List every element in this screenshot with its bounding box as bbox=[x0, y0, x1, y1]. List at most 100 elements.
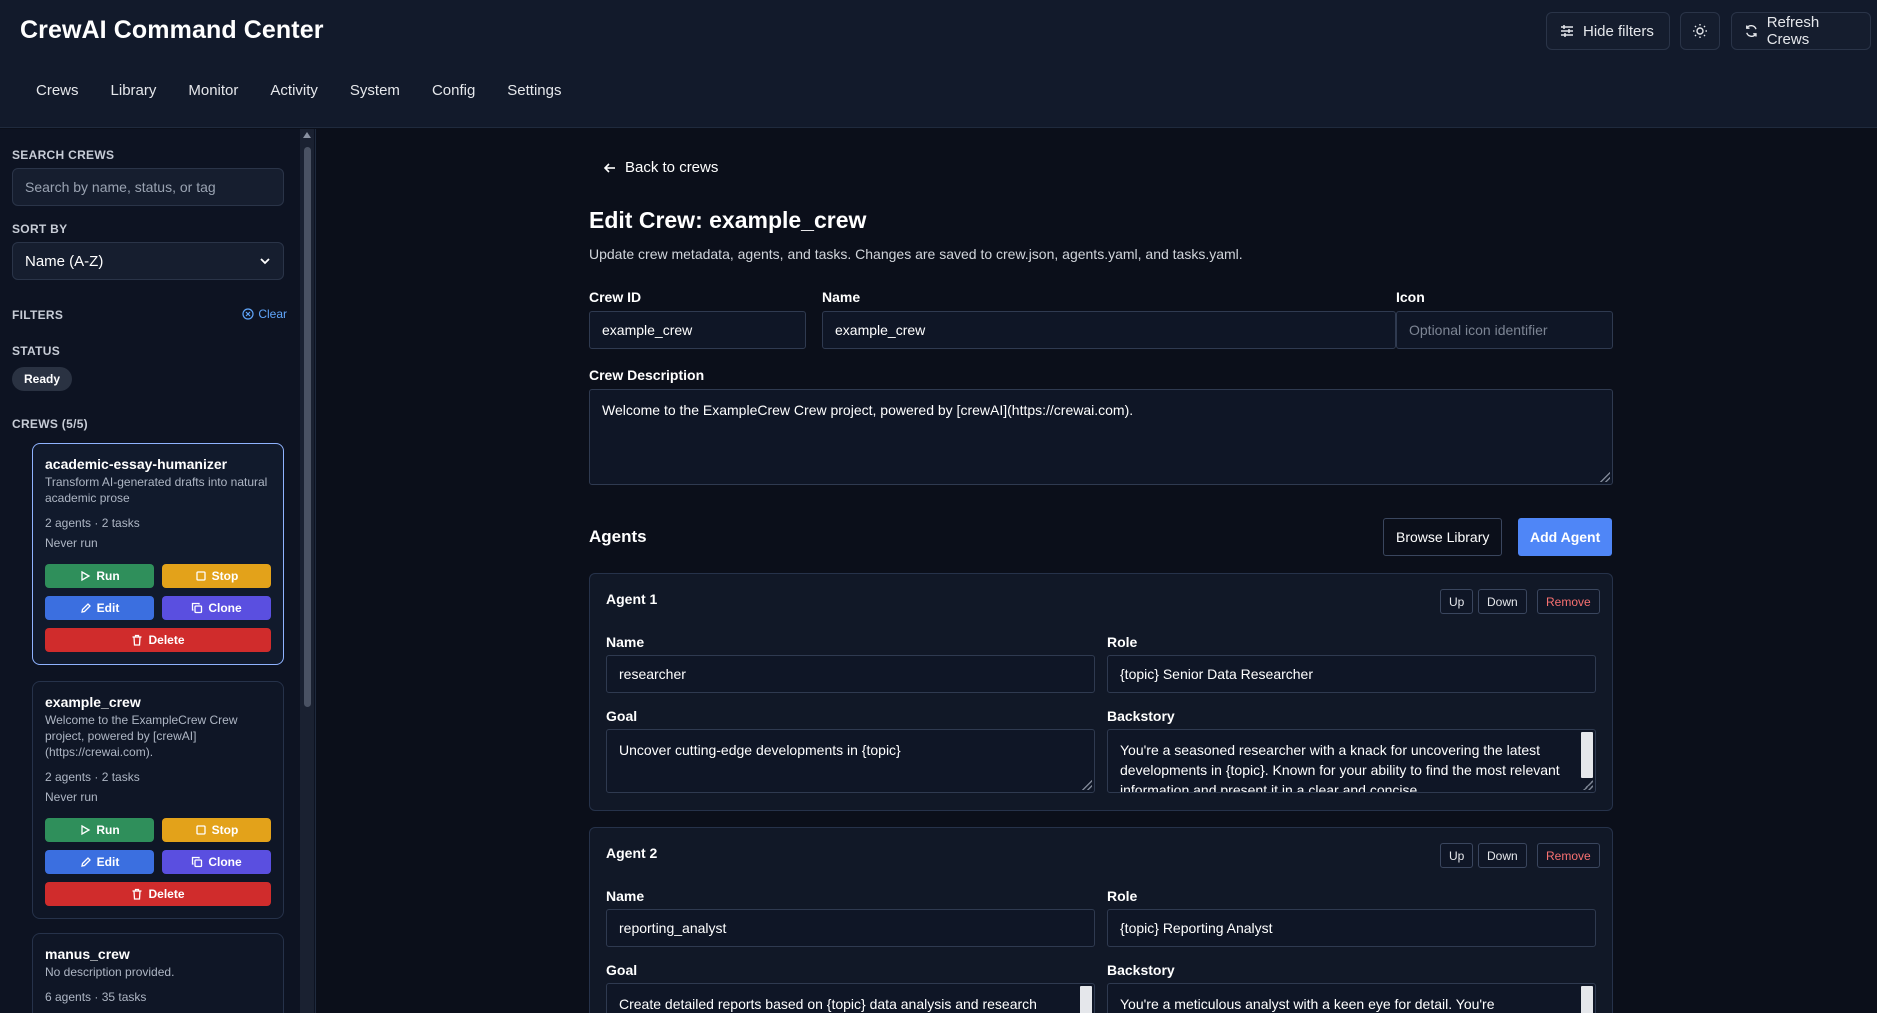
back-label: Back to crews bbox=[625, 159, 719, 176]
pencil-icon bbox=[80, 857, 91, 867]
crew-description: Transform AI-generated drafts into natur… bbox=[45, 475, 268, 505]
refresh-crews-button[interactable]: Refresh Crews bbox=[1731, 12, 1871, 50]
sliders-icon bbox=[1561, 25, 1573, 37]
search-crews-input[interactable] bbox=[12, 168, 284, 206]
nav-activity[interactable]: Activity bbox=[254, 78, 334, 103]
theme-toggle-button[interactable] bbox=[1680, 12, 1720, 50]
resize-grip-icon[interactable] bbox=[1082, 780, 1092, 790]
app-title: CrewAI Command Center bbox=[20, 16, 324, 44]
edit-button[interactable]: Edit bbox=[45, 596, 154, 620]
resize-grip-icon[interactable] bbox=[1600, 472, 1610, 482]
crew-run-state: Never run bbox=[45, 790, 98, 804]
agent-backstory-textarea[interactable]: You're a meticulous analyst with a keen … bbox=[1107, 983, 1596, 1013]
back-to-crews-link[interactable]: Back to crews bbox=[603, 159, 718, 176]
textarea-scrollbar[interactable] bbox=[1581, 732, 1593, 778]
crew-id-label: Crew ID bbox=[589, 289, 642, 305]
clone-label: Clone bbox=[208, 601, 242, 615]
run-button[interactable]: Run bbox=[45, 818, 154, 842]
nav-system[interactable]: System bbox=[334, 78, 416, 103]
move-down-button[interactable]: Down bbox=[1478, 589, 1527, 614]
add-agent-button[interactable]: Add Agent bbox=[1518, 518, 1613, 556]
remove-agent-button[interactable]: Remove bbox=[1537, 589, 1600, 614]
crew-name: example_crew bbox=[45, 694, 141, 710]
crew-sidebar: SEARCH CREWS SORT BY Name (A-Z) FILTERS … bbox=[0, 129, 316, 1013]
edit-label: Edit bbox=[96, 855, 120, 869]
agent-role-input[interactable]: {topic} Reporting Analyst bbox=[1107, 909, 1596, 947]
edit-label: Edit bbox=[96, 601, 120, 615]
crew-id-input[interactable]: example_crew bbox=[589, 311, 806, 349]
edit-button[interactable]: Edit bbox=[45, 850, 154, 874]
delete-button[interactable]: Delete bbox=[45, 628, 271, 652]
sort-by-label: SORT BY bbox=[12, 222, 68, 236]
sidebar-scroll-thumb[interactable] bbox=[304, 147, 311, 707]
browse-library-button[interactable]: Browse Library bbox=[1383, 518, 1503, 556]
stop-button[interactable]: Stop bbox=[162, 818, 271, 842]
move-up-button[interactable]: Up bbox=[1440, 589, 1474, 614]
clone-button[interactable]: Clone bbox=[162, 596, 271, 620]
icon-input[interactable]: Optional icon identifier bbox=[1396, 311, 1613, 349]
clear-label: Clear bbox=[258, 307, 287, 321]
crew-run-state: Never run bbox=[45, 536, 98, 550]
crew-card[interactable]: example_crew Welcome to the ExampleCrew … bbox=[32, 681, 284, 919]
agent-goal-textarea[interactable]: Create detailed reports based on {topic}… bbox=[606, 983, 1095, 1013]
agent-goal-textarea[interactable]: Uncover cutting-edge developments in {to… bbox=[606, 729, 1095, 793]
run-button[interactable]: Run bbox=[45, 564, 154, 588]
arrow-left-icon bbox=[603, 162, 615, 173]
sort-by-value: Name (A-Z) bbox=[25, 252, 104, 270]
nav-settings[interactable]: Settings bbox=[491, 78, 577, 103]
nav-config[interactable]: Config bbox=[416, 78, 491, 103]
agent-goal-label: Goal bbox=[606, 708, 638, 724]
move-down-button[interactable]: Down bbox=[1478, 843, 1527, 868]
crew-card[interactable]: manus_crew No description provided. 6 ag… bbox=[32, 933, 284, 1013]
crew-counts: 6 agents · 35 tasks bbox=[45, 990, 147, 1004]
agents-section-title: Agents bbox=[589, 527, 647, 546]
agent-name-label: Name bbox=[606, 888, 645, 904]
hide-filters-button[interactable]: Hide filters bbox=[1546, 12, 1670, 50]
agent-name-input[interactable]: reporting_analyst bbox=[606, 909, 1095, 947]
stop-icon bbox=[196, 825, 206, 835]
stop-button[interactable]: Stop bbox=[162, 564, 271, 588]
nav-crews[interactable]: Crews bbox=[20, 78, 95, 103]
agent-card: Agent 2 Up Down Remove Name reporting_an… bbox=[589, 827, 1613, 1013]
icon-label: Icon bbox=[1396, 289, 1425, 305]
delete-label: Delete bbox=[148, 633, 185, 647]
crew-name: manus_crew bbox=[45, 946, 130, 962]
nav-library[interactable]: Library bbox=[95, 78, 173, 103]
move-up-button[interactable]: Up bbox=[1440, 843, 1474, 868]
sun-icon bbox=[1693, 24, 1707, 38]
crew-description: Welcome to the ExampleCrew Crew project,… bbox=[45, 713, 238, 759]
delete-button[interactable]: Delete bbox=[45, 882, 271, 906]
copy-icon bbox=[192, 856, 203, 868]
run-label: Run bbox=[96, 823, 120, 837]
nav-monitor[interactable]: Monitor bbox=[172, 78, 254, 103]
scroll-up-arrow-icon[interactable] bbox=[303, 132, 311, 138]
agent-role-label: Role bbox=[1107, 888, 1138, 904]
agent-backstory-label: Backstory bbox=[1107, 708, 1175, 724]
crew-counts: 2 agents · 2 tasks bbox=[45, 516, 140, 530]
refresh-crews-label: Refresh Crews bbox=[1766, 14, 1820, 48]
clone-label: Clone bbox=[208, 855, 242, 869]
status-chip-ready[interactable]: Ready bbox=[12, 367, 73, 391]
clear-filters-button[interactable]: Clear bbox=[242, 307, 287, 321]
filters-label: FILTERS bbox=[12, 308, 64, 322]
crew-description-textarea[interactable]: Welcome to the ExampleCrew Crew project,… bbox=[589, 389, 1613, 485]
sort-by-select[interactable]: Name (A-Z) bbox=[12, 242, 284, 280]
play-icon bbox=[81, 824, 91, 836]
page-title: Edit Crew: example_crew bbox=[589, 207, 867, 233]
resize-grip-icon[interactable] bbox=[1583, 780, 1593, 790]
crew-description-label: Crew Description bbox=[589, 367, 705, 383]
app-header: CrewAI Command Center Crews Library Moni… bbox=[0, 0, 1877, 128]
sidebar-scrollbar[interactable] bbox=[300, 129, 314, 1013]
main-nav: Crews Library Monitor Activity System Co… bbox=[20, 78, 578, 103]
agent-backstory-textarea[interactable]: You're a seasoned researcher with a knac… bbox=[1107, 729, 1596, 793]
remove-agent-button[interactable]: Remove bbox=[1537, 843, 1600, 868]
agent-name-input[interactable]: researcher bbox=[606, 655, 1095, 693]
stop-icon bbox=[196, 571, 206, 581]
crew-name-input[interactable]: example_crew bbox=[822, 311, 1396, 349]
crew-card[interactable]: academic-essay-humanizer Transform AI-ge… bbox=[32, 443, 284, 665]
textarea-scrollbar[interactable] bbox=[1581, 986, 1593, 1013]
clone-button[interactable]: Clone bbox=[162, 850, 271, 874]
textarea-scrollbar[interactable] bbox=[1080, 986, 1092, 1013]
play-icon bbox=[81, 570, 91, 582]
agent-role-input[interactable]: {topic} Senior Data Researcher bbox=[1107, 655, 1596, 693]
